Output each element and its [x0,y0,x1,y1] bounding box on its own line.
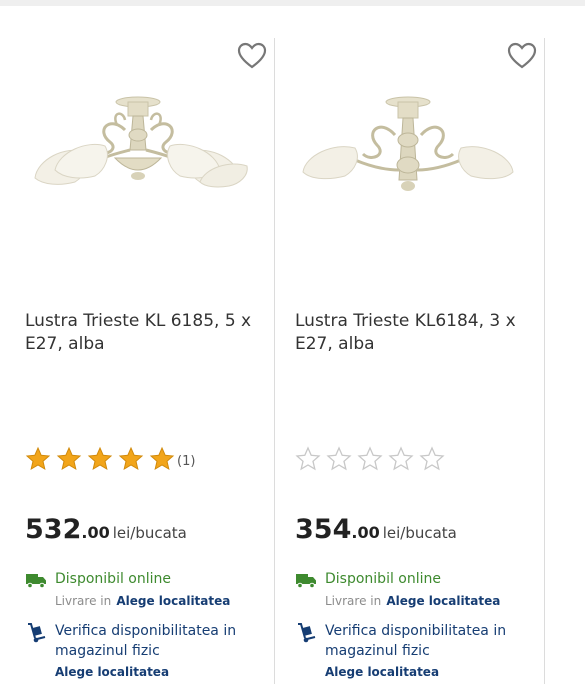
heart-outline-icon[interactable] [237,42,267,70]
hand-truck-icon [295,622,317,643]
choose-location-link[interactable]: Alege localitatea [386,594,500,608]
store-location-link[interactable]: Alege localitatea [325,665,439,679]
hand-truck-icon [25,622,47,643]
rating-stars: (1) [25,446,195,476]
price-unit: lei/bucata [382,524,457,542]
store-location-link[interactable]: Alege localitatea [55,665,169,679]
availability-section: Disponibil online Livrare in Alege local… [295,570,545,680]
delivery-prefix: Livrare in [325,594,382,608]
price-decimals: .00 [81,523,110,542]
top-strip [0,0,585,6]
star-empty-icon [419,446,450,476]
heart-outline-icon[interactable] [507,42,537,70]
check-store-link[interactable]: Verifica disponibilitatea in magazinul f… [55,621,275,661]
product-image[interactable] [25,90,275,235]
star-filled-icon [87,446,118,476]
available-online-label: Disponibil online [55,571,171,587]
price-integer: 354 [295,514,352,545]
price-decimals: .00 [351,523,380,542]
choose-location-link[interactable]: Alege localitatea [116,594,230,608]
available-online-label: Disponibil online [325,571,441,587]
price-integer: 532 [25,514,82,545]
review-count[interactable]: (1) [177,454,195,469]
rating-stars [295,446,450,476]
product-image[interactable] [295,90,545,235]
delivery-prefix: Livrare in [55,594,112,608]
truck-icon [295,571,317,589]
product-card[interactable]: Lustra Trieste KL 6185, 5 x E27, alba (1… [25,40,275,684]
price-unit: lei/bucata [112,524,187,542]
product-price: 354.00 lei/bucata [295,514,457,545]
availability-section: Disponibil online Livrare in Alege local… [25,570,275,680]
truck-icon [25,571,47,589]
star-empty-icon [326,446,357,476]
product-price: 532.00 lei/bucata [25,514,187,545]
star-filled-icon [118,446,149,476]
product-card[interactable]: Lustra Trieste KL6184, 3 x E27, alba 354… [295,40,545,684]
product-title[interactable]: Lustra Trieste KL6184, 3 x E27, alba [295,310,535,356]
product-title[interactable]: Lustra Trieste KL 6185, 5 x E27, alba [25,310,265,356]
star-filled-icon [149,446,180,476]
star-empty-icon [388,446,419,476]
star-filled-icon [25,446,56,476]
star-empty-icon [295,446,326,476]
star-empty-icon [357,446,388,476]
star-filled-icon [56,446,87,476]
check-store-link[interactable]: Verifica disponibilitatea in magazinul f… [325,621,545,661]
